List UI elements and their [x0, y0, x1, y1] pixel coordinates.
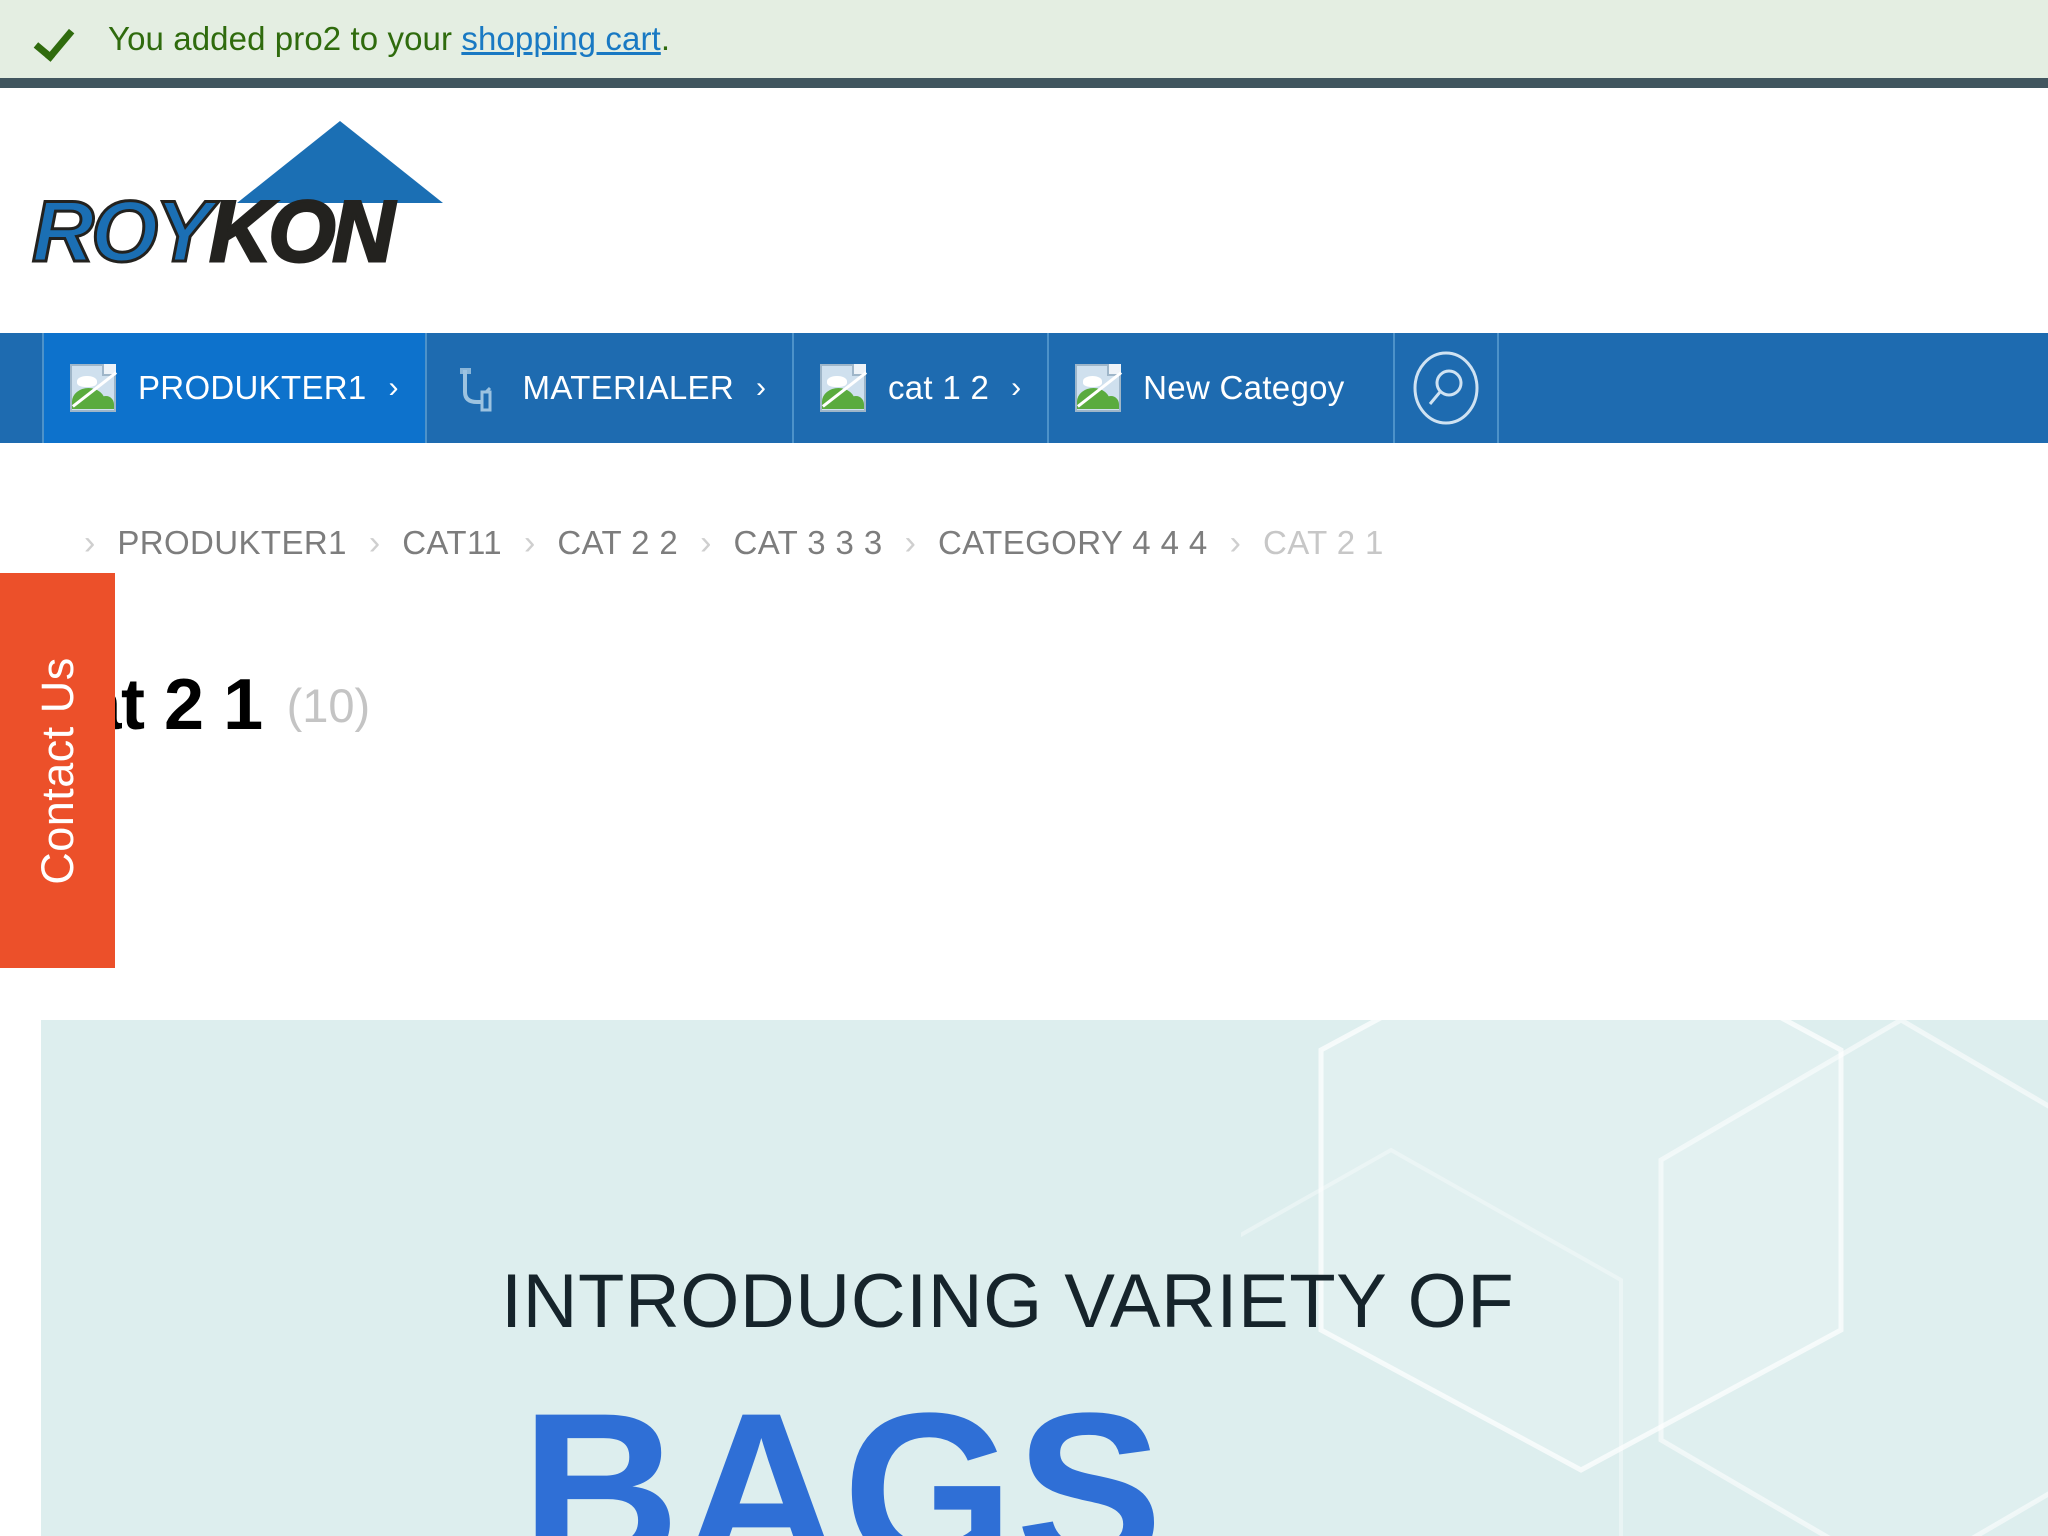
- chevron-right-icon: ›: [755, 371, 766, 404]
- chevron-right-icon: ›: [1011, 371, 1022, 404]
- nav-item-label: New Categoy: [1143, 369, 1345, 406]
- logo-wordmark-primary: ROY: [30, 184, 213, 280]
- nav-trailing-space: [1496, 333, 2048, 443]
- breadcrumb-item-category-4-4-4[interactable]: CATEGORY 4 4 4: [938, 524, 1208, 562]
- contact-us-tab-label: Contact Us: [31, 656, 83, 885]
- logo-wordmark-secondary: KON: [208, 184, 396, 280]
- breadcrumb-separator: ›: [524, 523, 536, 562]
- breadcrumb-item-produkter1[interactable]: PRODUKTER1: [117, 524, 347, 562]
- nav-item-materialer[interactable]: MATERIALER ›: [424, 333, 792, 443]
- nav-item-label: PRODUKTER1: [138, 369, 367, 406]
- breadcrumb-separator: ›: [368, 523, 381, 562]
- broken-image-icon: [70, 364, 118, 412]
- page-title-row: Cat 2 1 (10): [0, 640, 2048, 770]
- breadcrumb-item-cat11[interactable]: CAT11: [402, 524, 502, 562]
- broken-image-icon: [819, 364, 868, 412]
- check-icon: [34, 16, 80, 62]
- category-banner[interactable]: INTRODUCING VARIETY OF BAGS: [41, 1020, 2048, 1536]
- header-divider-rule: [0, 78, 2048, 88]
- success-message-banner: You added pro2 to your shopping cart.: [0, 0, 2048, 78]
- product-count: (10): [286, 678, 371, 732]
- broken-image-icon: [1075, 364, 1123, 412]
- success-message-text: You added pro2 to your shopping cart.: [108, 20, 670, 58]
- breadcrumb-item-current: CAT 2 1: [1262, 524, 1384, 561]
- breadcrumb-separator: ›: [1229, 523, 1241, 562]
- banner-heading: INTRODUCING VARIETY OF: [501, 1259, 1515, 1344]
- main-navigation: PRODUKTER1 › MATERIALER › cat 1 2 › New …: [0, 333, 2048, 443]
- nav-leading-spacer: [0, 333, 42, 443]
- breadcrumb-item-cat-3-3-3[interactable]: CAT 3 3 3: [733, 524, 882, 562]
- shopping-cart-link[interactable]: shopping cart: [461, 20, 660, 57]
- search-icon: [1413, 351, 1479, 425]
- breadcrumb-separator: ›: [84, 523, 96, 562]
- success-message-suffix: .: [660, 20, 671, 57]
- contact-us-tab[interactable]: Contact Us: [0, 573, 115, 968]
- nav-item-label: MATERIALER: [522, 369, 734, 406]
- nav-item-cat-1-2[interactable]: cat 1 2 ›: [791, 333, 1047, 443]
- success-message-prefix: You added pro2 to your: [108, 20, 462, 57]
- pipe-fitting-icon: [453, 364, 501, 412]
- nav-item-label: cat 1 2: [887, 369, 990, 406]
- breadcrumb-separator: ›: [904, 523, 916, 562]
- nav-item-new-categoy[interactable]: New Categoy: [1047, 333, 1392, 443]
- breadcrumb: › PRODUKTER1 › CAT11 › CAT 2 2 › CAT 3 3…: [0, 443, 2048, 643]
- site-header: ROYKON: [0, 88, 2048, 333]
- logo-wordmark: ROYKON: [30, 188, 395, 277]
- nav-item-produkter1[interactable]: PRODUKTER1 ›: [42, 333, 425, 443]
- breadcrumb-separator: ›: [700, 523, 712, 562]
- chevron-right-icon: ›: [388, 371, 399, 404]
- roykon-logo[interactable]: ROYKON: [30, 118, 446, 277]
- search-button[interactable]: [1392, 333, 1497, 443]
- banner-big-text: BAGS: [521, 1367, 1165, 1536]
- breadcrumb-item-cat-2-2[interactable]: CAT 2 2: [557, 524, 678, 562]
